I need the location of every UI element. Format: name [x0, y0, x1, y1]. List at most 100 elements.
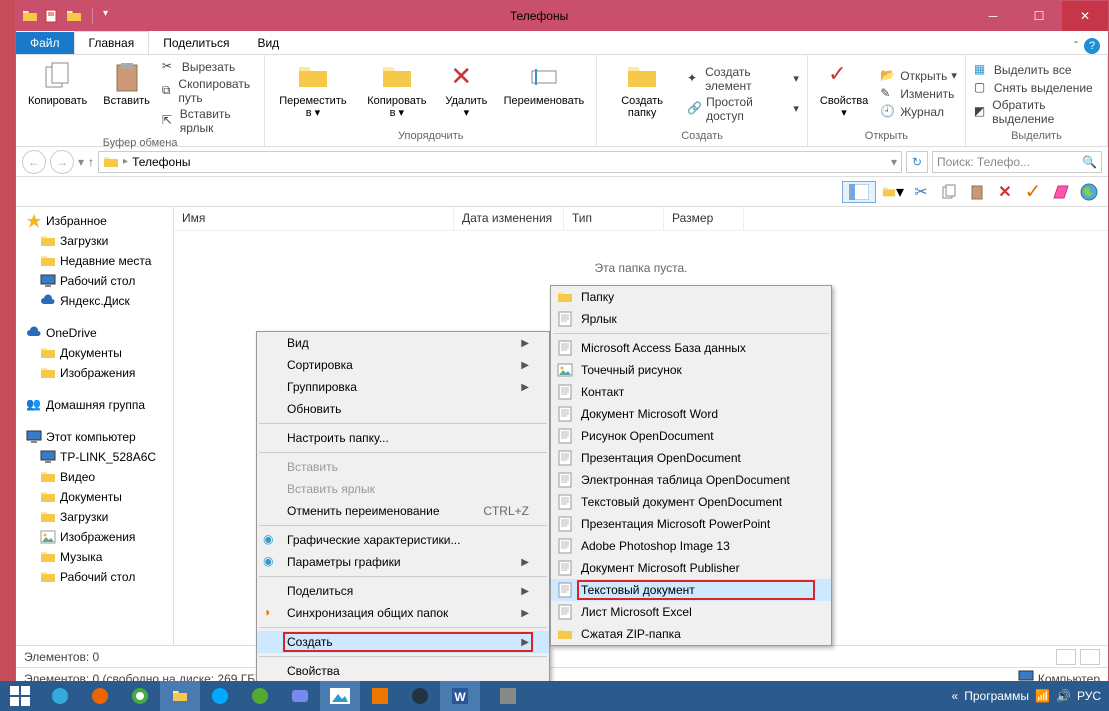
- sidebar-thispc[interactable]: Этот компьютер: [16, 427, 173, 447]
- sidebar-item[interactable]: TP-LINK_528A6C: [16, 447, 173, 467]
- ctx-refresh[interactable]: Обновить: [257, 398, 549, 420]
- delete-button[interactable]: ✕Удалить ▾: [441, 59, 492, 128]
- pasteshortcut-button[interactable]: ⇱Вставить ярлык: [162, 107, 256, 135]
- taskbar[interactable]: W « Программы 📶 🔊 РУС: [0, 681, 1109, 711]
- submenu-item[interactable]: Текстовый документ OpenDocument: [551, 491, 831, 513]
- ctx-share[interactable]: Поделиться▶: [257, 580, 549, 602]
- sidebar-item[interactable]: Изображения: [16, 527, 173, 547]
- taskbar-paint[interactable]: [320, 681, 360, 711]
- taskbar-skype[interactable]: [200, 681, 240, 711]
- cut-button[interactable]: ✂Вырезать: [162, 59, 256, 75]
- start-button[interactable]: [0, 681, 40, 711]
- forward-button[interactable]: →: [50, 150, 74, 174]
- column-headers[interactable]: Имя Дата изменения Тип Размер: [174, 207, 1108, 231]
- cut-icon[interactable]: ✂: [910, 181, 932, 203]
- properties-button[interactable]: ✓Свойства ▾: [816, 59, 872, 128]
- taskbar-discord[interactable]: [280, 681, 320, 711]
- submenu-item[interactable]: Контакт: [551, 381, 831, 403]
- submenu-item[interactable]: Документ Microsoft Publisher: [551, 557, 831, 579]
- newfolder-icon[interactable]: [66, 8, 82, 24]
- ctx-customize[interactable]: Настроить папку...: [257, 427, 549, 449]
- address-bar[interactable]: ▸ Телефоны ▾: [98, 151, 902, 173]
- check-icon[interactable]: ✓: [1022, 181, 1044, 203]
- system-tray[interactable]: « Программы 📶 🔊 РУС: [944, 689, 1109, 703]
- taskbar-outlook[interactable]: [360, 681, 400, 711]
- panes-button[interactable]: [842, 181, 876, 203]
- edit-button[interactable]: ✎Изменить: [880, 86, 957, 102]
- breadcrumb[interactable]: Телефоны: [132, 155, 190, 169]
- close-button[interactable]: ✕: [1062, 1, 1108, 31]
- sidebar-homegroup[interactable]: 👥Домашняя группа: [16, 395, 173, 415]
- open-button[interactable]: 📂Открыть ▾: [880, 68, 957, 84]
- ctx-group[interactable]: Группировка▶: [257, 376, 549, 398]
- history-button[interactable]: 🕘Журнал: [880, 104, 957, 120]
- sidebar-item[interactable]: Рабочий стол: [16, 567, 173, 587]
- sidebar-item[interactable]: Недавние места: [16, 251, 173, 271]
- delete-icon[interactable]: ✕: [994, 181, 1016, 203]
- submenu-item[interactable]: Рисунок OpenDocument: [551, 425, 831, 447]
- taskbar-word[interactable]: W: [440, 681, 480, 711]
- organize-dropdown[interactable]: ▾: [882, 181, 904, 203]
- invertselect-button[interactable]: ◩Обратить выделение: [974, 98, 1099, 126]
- ctx-undo[interactable]: Отменить переименованиеCTRL+Z: [257, 500, 549, 522]
- submenu-item[interactable]: Текстовый документ: [551, 579, 831, 601]
- moveto-button[interactable]: Переместить в ▾: [273, 59, 352, 128]
- newfolder-button[interactable]: Создать папку: [605, 59, 679, 128]
- erase-icon[interactable]: [1050, 181, 1072, 203]
- easyaccess-button[interactable]: 🔗Простой доступ ▾: [687, 95, 799, 123]
- ctx-create[interactable]: Создать▶: [257, 631, 549, 653]
- paste-button[interactable]: Вставить: [99, 59, 154, 135]
- file-tab[interactable]: Файл: [16, 32, 74, 54]
- sidebar-item[interactable]: Загрузки: [16, 231, 173, 251]
- recent-dropdown[interactable]: ▾: [78, 155, 84, 169]
- maximize-button[interactable]: ☐: [1016, 1, 1062, 31]
- copy-icon[interactable]: [938, 181, 960, 203]
- sidebar-item[interactable]: Яндекс.Диск: [16, 291, 173, 311]
- submenu-item[interactable]: Электронная таблица OpenDocument: [551, 469, 831, 491]
- submenu-item[interactable]: Точечный рисунок: [551, 359, 831, 381]
- submenu-item[interactable]: Ярлык: [551, 308, 831, 330]
- tab-share[interactable]: Поделиться: [149, 32, 243, 54]
- sidebar-item[interactable]: Рабочий стол: [16, 271, 173, 291]
- sidebar-item[interactable]: Документы: [16, 487, 173, 507]
- taskbar-chrome[interactable]: [120, 681, 160, 711]
- ctx-view[interactable]: Вид▶: [257, 332, 549, 354]
- search-input[interactable]: Поиск: Телефо... 🔍: [932, 151, 1102, 173]
- submenu-item[interactable]: Adobe Photoshop Image 13: [551, 535, 831, 557]
- sidebar-item[interactable]: Изображения: [16, 363, 173, 383]
- sidebar-item[interactable]: Видео: [16, 467, 173, 487]
- taskbar-app[interactable]: [488, 681, 528, 711]
- tray-network-icon[interactable]: 📶: [1035, 689, 1050, 703]
- back-button[interactable]: ←: [22, 150, 46, 174]
- submenu-item[interactable]: Лист Microsoft Excel: [551, 601, 831, 623]
- ctx-properties[interactable]: Свойства: [257, 660, 549, 682]
- taskbar-utorrent[interactable]: [240, 681, 280, 711]
- sidebar-onedrive[interactable]: OneDrive: [16, 323, 173, 343]
- ctx-sync[interactable]: ◑Синхронизация общих папок▶: [257, 602, 549, 624]
- sidebar-favorites[interactable]: Избранное: [16, 211, 173, 231]
- sidebar-item[interactable]: Музыка: [16, 547, 173, 567]
- submenu-item[interactable]: Презентация Microsoft PowerPoint: [551, 513, 831, 535]
- view-details[interactable]: [1056, 649, 1076, 665]
- rename-button[interactable]: Переименовать: [500, 59, 589, 128]
- taskbar-ie[interactable]: [40, 681, 80, 711]
- sidebar-item[interactable]: Документы: [16, 343, 173, 363]
- props-icon[interactable]: [44, 8, 60, 24]
- tray-overflow[interactable]: «: [952, 689, 959, 703]
- submenu-item[interactable]: Документ Microsoft Word: [551, 403, 831, 425]
- copyto-button[interactable]: Копировать в ▾: [361, 59, 434, 128]
- minimize-button[interactable]: ─: [970, 1, 1016, 31]
- globe-icon[interactable]: [1078, 181, 1100, 203]
- newitem-button[interactable]: ✦Создать элемент ▾: [687, 65, 799, 93]
- ribbon-collapse[interactable]: ˆ: [1074, 39, 1078, 53]
- selectall-button[interactable]: ▦Выделить все: [974, 62, 1099, 78]
- sidebar-item[interactable]: Загрузки: [16, 507, 173, 527]
- ctx-sort[interactable]: Сортировка▶: [257, 354, 549, 376]
- tab-home[interactable]: Главная: [74, 31, 150, 54]
- ctx-gfx[interactable]: ◉Графические характеристики...: [257, 529, 549, 551]
- taskbar-explorer[interactable]: [160, 681, 200, 711]
- paste-icon[interactable]: [966, 181, 988, 203]
- up-button[interactable]: ↑: [88, 155, 94, 169]
- taskbar-firefox[interactable]: [80, 681, 120, 711]
- submenu-item[interactable]: Папку: [551, 286, 831, 308]
